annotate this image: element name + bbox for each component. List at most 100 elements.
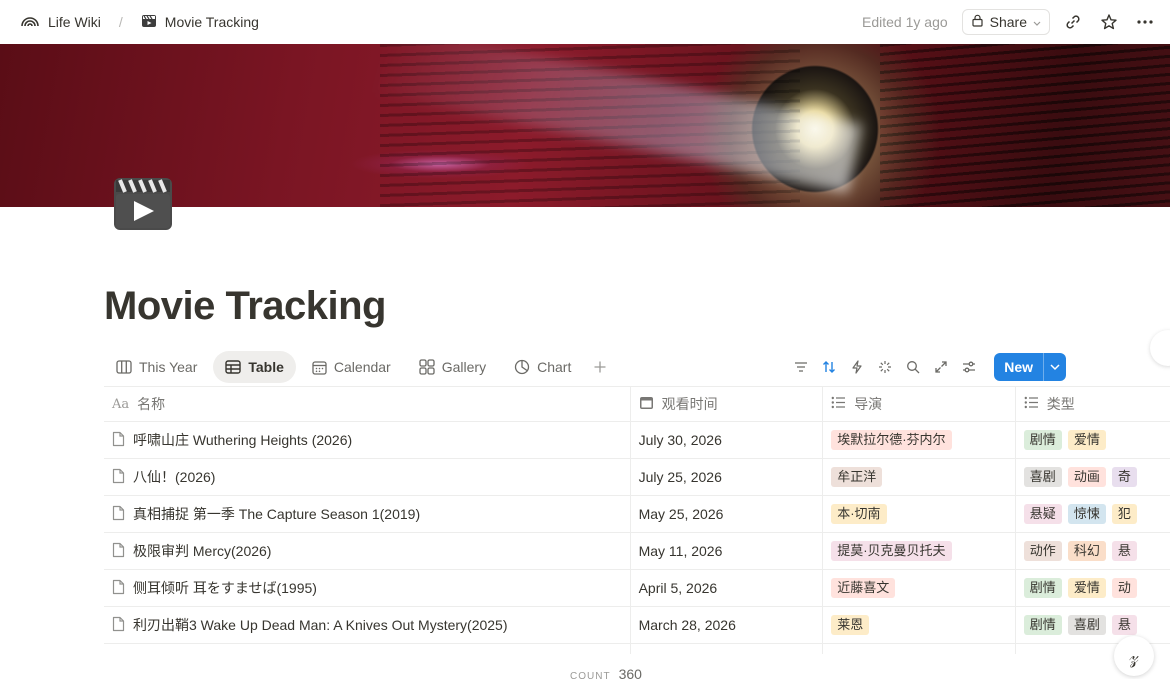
cell-name[interactable]: 利刃出鞘3 Wake Up Dead Man: A Knives Out Mys… (104, 607, 631, 643)
cell-watch-date[interactable]: April 5, 2026 (631, 570, 824, 606)
cell-watch-date[interactable]: July 25, 2026 (631, 459, 824, 495)
page-title[interactable]: Movie Tracking (104, 284, 386, 329)
genre-tag: 惊悚 (1067, 504, 1106, 524)
link-icon[interactable] (1060, 9, 1086, 35)
chevron-down-icon[interactable] (1044, 353, 1066, 381)
cell-name[interactable]: 真相捕捉 第一季 The Capture Season 1(2019) (104, 496, 631, 532)
page-clapperboard-icon[interactable] (112, 176, 174, 232)
share-label: Share (989, 14, 1027, 30)
cell-director[interactable]: 埃默拉尔德·芬内尔 (823, 422, 1016, 458)
side-peek-avatar-icon[interactable] (1150, 330, 1170, 366)
cell-name[interactable]: 侧耳倾听 耳をすませば(1995) (104, 570, 631, 606)
cell-genre[interactable]: 剧情 爱情 动 (1016, 570, 1170, 606)
movie-title: 八仙！(2026) (133, 469, 216, 485)
director-tag: 提莫·贝克曼贝托夫 (831, 541, 952, 561)
page-cover-image[interactable] (0, 44, 1170, 207)
database-views-bar: This Year Table Calendar Gallery Chart N… (104, 350, 1066, 384)
cell-director[interactable]: 本·切南 (823, 496, 1016, 532)
cell-name[interactable]: 呼啸山庄 Wuthering Heights (2026) (104, 422, 631, 458)
table-row[interactable]: 极限审判 Mercy(2026) May 11, 2026 提莫·贝克曼贝托夫 … (104, 533, 1170, 570)
clapperboard-icon (141, 13, 157, 32)
filter-icon[interactable] (790, 356, 812, 378)
tab-calendar[interactable]: Calendar (300, 351, 403, 383)
text-property-icon: Aa (112, 396, 130, 412)
cell-director[interactable]: 近藤喜文 (823, 570, 1016, 606)
page-icon (112, 431, 125, 450)
notion-ai-icon[interactable]: 𝓏 (1114, 636, 1154, 676)
cell-director[interactable]: 提莫·贝克曼贝托夫 (823, 533, 1016, 569)
watch-date: July 30, 2026 (638, 432, 722, 448)
breadcrumb: Life Wiki / Movie Tracking (16, 11, 263, 34)
page-icon (112, 616, 125, 635)
table-row-partial[interactable] (104, 644, 1170, 654)
ai-sparkle-icon[interactable] (874, 356, 896, 378)
cell-genre[interactable]: 喜剧 动画 奇 (1016, 459, 1170, 495)
genre-tag: 动作 (1023, 541, 1062, 561)
genre-tag: 爱情 (1067, 430, 1106, 450)
lock-icon (971, 14, 984, 30)
genre-tag: 悬疑 (1023, 504, 1062, 524)
column-header-director[interactable]: 导演 (823, 387, 1016, 421)
genre-tag: 喜剧 (1023, 467, 1062, 487)
star-icon[interactable] (1096, 9, 1122, 35)
cell-watch-date[interactable]: March 28, 2026 (631, 607, 824, 643)
director-tag: 牟正洋 (831, 467, 883, 487)
tab-gallery[interactable]: Gallery (407, 351, 498, 383)
count-value: 360 (618, 666, 642, 679)
breadcrumb-workspace[interactable]: Life Wiki (16, 12, 105, 33)
page-icon (112, 542, 125, 561)
genre-tag: 奇 (1111, 467, 1137, 487)
watch-date: May 25, 2026 (638, 506, 724, 522)
table-row[interactable]: 八仙！(2026) July 25, 2026 牟正洋 喜剧 动画 奇 (104, 459, 1170, 496)
cell-watch-date[interactable]: May 11, 2026 (631, 533, 824, 569)
genre-tag: 悬 (1111, 615, 1137, 635)
cell-genre[interactable]: 动作 科幻 悬 (1016, 533, 1170, 569)
director-tag: 近藤喜文 (831, 578, 896, 598)
column-header-label: 观看时间 (661, 396, 718, 412)
list-icon (831, 396, 846, 412)
table-row[interactable]: 真相捕捉 第一季 The Capture Season 1(2019) May … (104, 496, 1170, 533)
movie-title: 极限审判 Mercy(2026) (133, 543, 272, 559)
cell-name[interactable]: 八仙！(2026) (104, 459, 631, 495)
breadcrumb-page[interactable]: Movie Tracking (137, 11, 263, 34)
movie-title: 利刃出鞘3 Wake Up Dead Man: A Knives Out Mys… (133, 617, 508, 633)
add-view-icon[interactable] (587, 354, 613, 380)
column-header-genre[interactable]: 类型 (1016, 387, 1170, 421)
genre-tag: 动画 (1067, 467, 1106, 487)
column-header-name[interactable]: Aa 名称 (104, 387, 631, 421)
search-icon[interactable] (902, 356, 924, 378)
cell-director[interactable]: 莱恩 (823, 607, 1016, 643)
breadcrumb-workspace-label: Life Wiki (48, 14, 101, 30)
cell-genre[interactable]: 剧情 喜剧 悬 (1016, 607, 1170, 643)
expand-icon[interactable] (930, 356, 952, 378)
settings-sliders-icon[interactable] (958, 356, 980, 378)
tab-label: Gallery (441, 359, 487, 375)
table-row[interactable]: 呼啸山庄 Wuthering Heights (2026) July 30, 2… (104, 422, 1170, 459)
tab-this-year[interactable]: This Year (104, 351, 209, 383)
genre-tag: 犯 (1111, 504, 1137, 524)
cell-genre[interactable]: 剧情 爱情 (1016, 422, 1170, 458)
director-tag: 本·切南 (831, 504, 887, 524)
count-label: COUNT (570, 671, 611, 679)
tab-label: Table (248, 359, 284, 375)
cell-watch-date[interactable]: July 30, 2026 (631, 422, 824, 458)
sort-icon[interactable] (818, 356, 840, 378)
automation-bolt-icon[interactable] (846, 356, 868, 378)
gallery-icon (419, 359, 435, 375)
cell-genre[interactable]: 悬疑 惊悚 犯 (1016, 496, 1170, 532)
edited-timestamp: Edited 1y ago (862, 14, 948, 30)
column-header-watch-date[interactable]: 观看时间 (631, 387, 824, 421)
cell-watch-date[interactable]: May 25, 2026 (631, 496, 824, 532)
table-header-row: Aa 名称 观看时间 导演 类型 (104, 386, 1170, 422)
page-icon (112, 579, 125, 598)
more-icon[interactable] (1132, 9, 1158, 35)
table-row[interactable]: 利刃出鞘3 Wake Up Dead Man: A Knives Out Mys… (104, 607, 1170, 644)
tab-chart[interactable]: Chart (502, 351, 583, 383)
genre-tag: 剧情 (1023, 578, 1062, 598)
new-button[interactable]: New (994, 353, 1066, 381)
cell-name[interactable]: 极限审判 Mercy(2026) (104, 533, 631, 569)
table-row[interactable]: 侧耳倾听 耳をすませば(1995) April 5, 2026 近藤喜文 剧情 … (104, 570, 1170, 607)
share-button[interactable]: Share (961, 9, 1050, 35)
cell-director[interactable]: 牟正洋 (823, 459, 1016, 495)
tab-table[interactable]: Table (213, 351, 296, 383)
